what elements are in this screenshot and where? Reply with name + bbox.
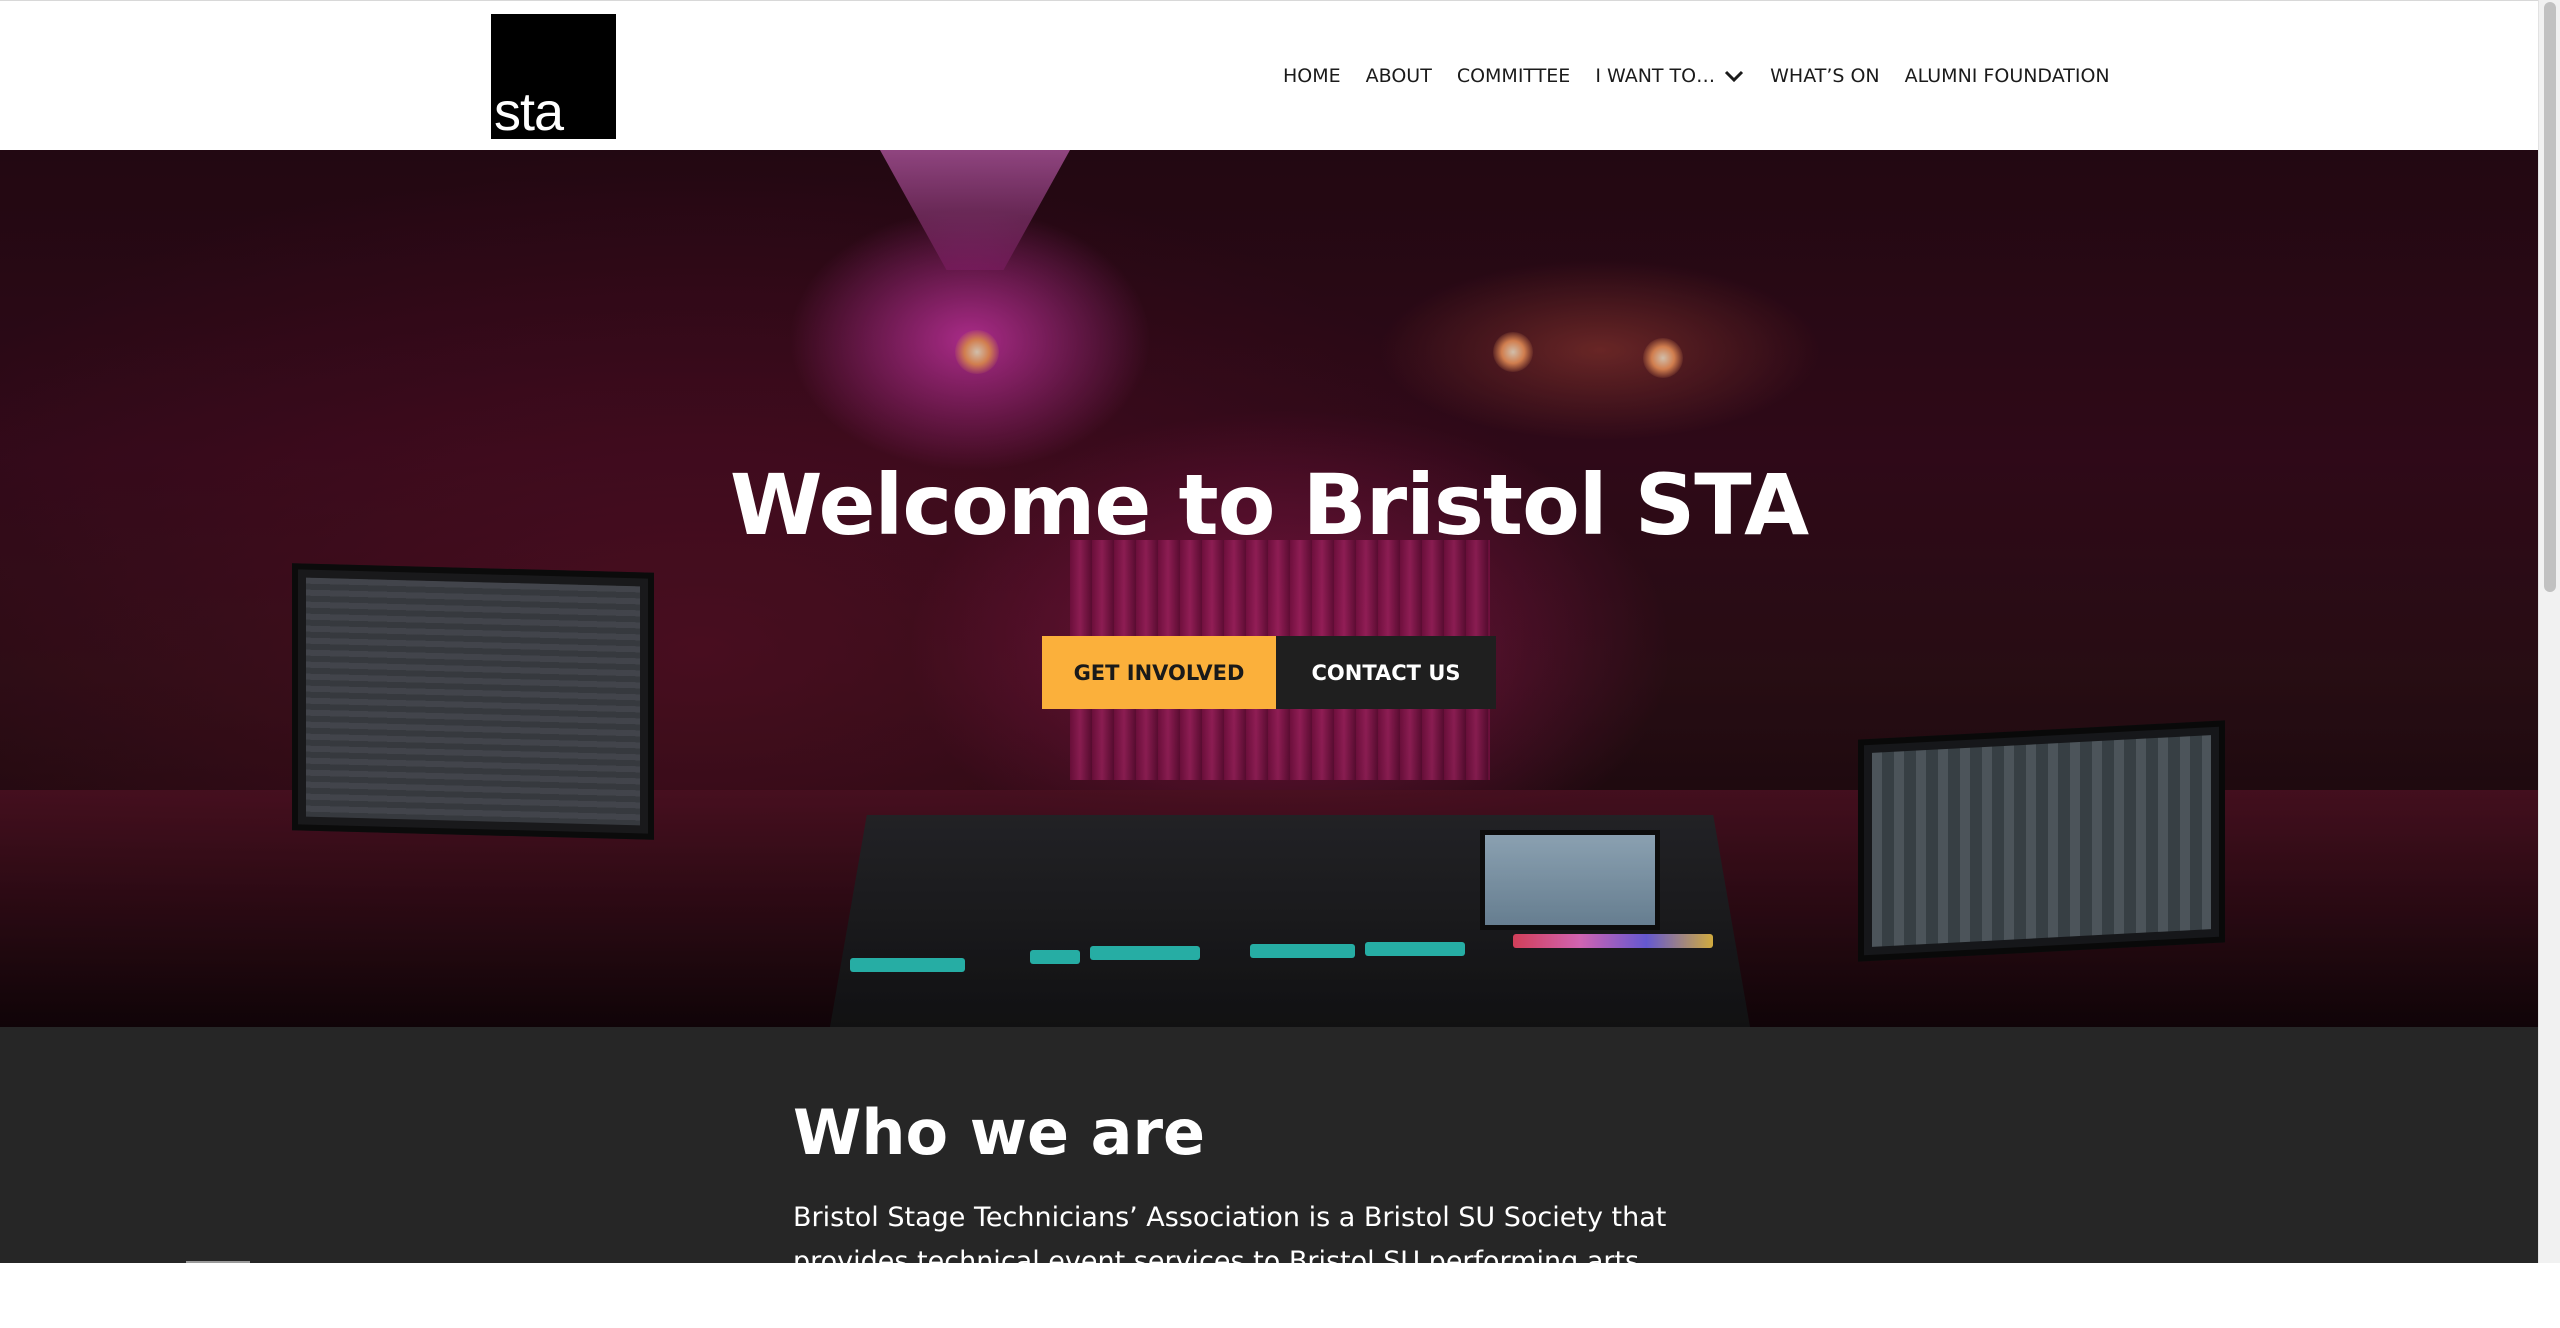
nav-whats-on[interactable]: WHAT’S ON xyxy=(1770,65,1880,87)
scrollbar-thumb[interactable] xyxy=(2544,2,2556,592)
hero-overlay xyxy=(0,150,2538,1027)
get-involved-button[interactable]: GET INVOLVED xyxy=(1042,636,1276,709)
page-scrollbar[interactable] xyxy=(2538,0,2560,1263)
chevron-down-icon[interactable] xyxy=(1723,69,1745,83)
nav-i-want-to[interactable]: I WANT TO… xyxy=(1595,65,1745,87)
contact-us-button[interactable]: CONTACT US xyxy=(1276,636,1496,709)
hero-title: Welcome to Bristol STA xyxy=(729,456,1809,554)
nav-alumni-foundation[interactable]: ALUMNI FOUNDATION xyxy=(1905,65,2110,87)
main-nav: HOME ABOUT COMMITTEE I WANT TO… WHAT’S O… xyxy=(1283,61,2110,91)
sta-logo[interactable]: sta xyxy=(491,14,616,139)
nav-home[interactable]: HOME xyxy=(1283,65,1341,87)
nav-i-want-to-label: I WANT TO… xyxy=(1595,65,1716,87)
section-title: Who we are xyxy=(793,1096,1206,1169)
nav-about[interactable]: ABOUT xyxy=(1366,65,1432,87)
section-text: Bristol Stage Technicians’ Association i… xyxy=(793,1202,1667,1321)
nav-committee[interactable]: COMMITTEE xyxy=(1457,65,1571,87)
hero-section xyxy=(0,150,2538,1027)
site-header: sta HOME ABOUT COMMITTEE I WANT TO… WHAT… xyxy=(0,0,2538,150)
logo-text: sta xyxy=(494,82,564,139)
